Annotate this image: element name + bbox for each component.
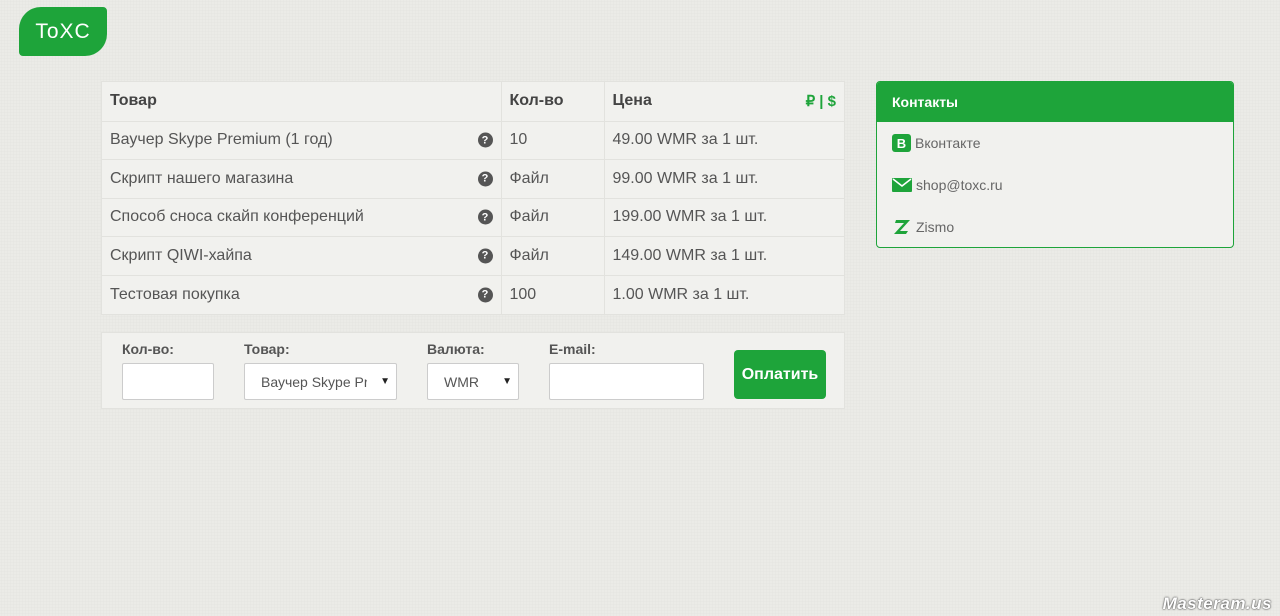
table-row: Скрипт QIWI-хайпа ? Файл 149.00 WMR за 1… bbox=[102, 236, 844, 276]
help-icon[interactable]: ? bbox=[477, 209, 493, 225]
row-product-name: Способ сноса скайп конференций bbox=[110, 208, 364, 226]
pay-button[interactable]: Оплатить bbox=[734, 350, 826, 399]
row-qty: Файл bbox=[501, 236, 605, 276]
row-price: 1.00 WMR за 1 шт. bbox=[612, 285, 750, 303]
dropdown-arrow-icon: ▼ bbox=[502, 376, 512, 387]
watermark-logo: Masteram.us bbox=[1162, 594, 1272, 613]
row-product-cell: Ваучер Skype Premium (1 год) ? bbox=[102, 121, 502, 160]
help-icon[interactable]: ? bbox=[477, 287, 493, 302]
header-price-label: Цена bbox=[612, 92, 652, 110]
vk-icon: B bbox=[892, 134, 911, 152]
contacts-title: Контакты bbox=[877, 82, 1233, 122]
currency-select[interactable]: WMR ▼ bbox=[427, 363, 519, 400]
contact-zismo[interactable]: Zismo bbox=[877, 206, 1233, 247]
product-label: Товар: bbox=[244, 341, 290, 357]
row-product-name: Скрипт QIWI-хайпа bbox=[110, 246, 252, 264]
currency-label: Валюта: bbox=[427, 341, 485, 357]
row-qty: Файл bbox=[501, 198, 605, 237]
table-row: Ваучер Skype Premium (1 год) ? 10 49.00 … bbox=[102, 121, 844, 160]
mail-icon bbox=[892, 176, 912, 194]
dropdown-arrow-icon: ▼ bbox=[380, 376, 390, 387]
order-form: Кол-во: Товар: Ваучер Skype Premium (1 г… bbox=[101, 332, 845, 409]
contacts-panel: Контакты B Вконтакте shop@toxc.ru Zismo bbox=[876, 81, 1234, 248]
row-product-name: Ваучер Skype Premium (1 год) bbox=[110, 131, 333, 149]
zismo-icon bbox=[892, 218, 912, 236]
email-label: E-mail: bbox=[549, 341, 596, 357]
row-product-name: Тестовая покупка bbox=[110, 285, 240, 303]
products-table: Товар Кол-во Цена ₽ | $ Ваучер Skype Pre… bbox=[102, 82, 844, 314]
contact-label: shop@toxc.ru bbox=[916, 177, 1003, 193]
header-qty: Кол-во bbox=[501, 82, 605, 122]
qty-input[interactable] bbox=[122, 363, 214, 400]
help-icon[interactable]: ? bbox=[477, 171, 493, 187]
site-logo[interactable]: ToXC bbox=[19, 7, 107, 56]
row-qty: 100 bbox=[501, 275, 605, 314]
help-icon[interactable]: ? bbox=[477, 248, 493, 264]
contact-vkontakte[interactable]: B Вконтакте bbox=[877, 122, 1233, 164]
product-select[interactable]: Ваучер Skype Premium (1 год) ▼ bbox=[244, 363, 397, 400]
row-qty: 10 bbox=[501, 121, 605, 160]
product-select-value: Ваучер Skype Premium (1 год) bbox=[261, 373, 367, 390]
header-price: Цена ₽ | $ bbox=[604, 82, 844, 122]
products-table-panel: Товар Кол-во Цена ₽ | $ Ваучер Skype Pre… bbox=[101, 81, 845, 315]
row-price: 199.00 WMR за 1 шт. bbox=[604, 198, 844, 237]
currency-select-value: WMR bbox=[444, 373, 479, 390]
currency-switch[interactable]: ₽ | $ bbox=[806, 92, 836, 110]
contact-email[interactable]: shop@toxc.ru bbox=[877, 164, 1233, 206]
table-row: Способ сноса скайп конференций ? Файл 19… bbox=[102, 198, 844, 237]
row-product-cell: Скрипт нашего магазина ? bbox=[102, 159, 502, 199]
table-header-row: Товар Кол-во Цена ₽ | $ bbox=[102, 82, 844, 122]
row-price: 99.00 WMR за 1 шт. bbox=[604, 159, 844, 199]
contact-label: Вконтакте bbox=[915, 135, 981, 151]
row-price: 49.00 WMR за 1 шт. bbox=[604, 121, 844, 160]
email-input[interactable] bbox=[549, 363, 704, 400]
row-qty: Файл bbox=[501, 159, 605, 199]
contact-label: Zismo bbox=[916, 219, 955, 235]
table-row: Тестовая покупка ? 100 1.00 WMR за 1 шт. bbox=[102, 275, 844, 314]
row-price: 149.00 WMR за 1 шт. bbox=[604, 236, 844, 276]
header-product: Товар bbox=[102, 82, 502, 122]
row-product-cell: Тестовая покупка ? bbox=[102, 275, 502, 314]
row-product-cell: Скрипт QIWI-хайпа ? bbox=[102, 236, 502, 276]
qty-label: Кол-во: bbox=[122, 341, 174, 357]
row-product-name: Скрипт нашего магазина bbox=[110, 169, 294, 187]
table-row: Скрипт нашего магазина ? Файл 99.00 WMR … bbox=[102, 159, 844, 199]
row-product-cell: Способ сноса скайп конференций ? bbox=[102, 198, 502, 237]
help-icon[interactable]: ? bbox=[477, 132, 493, 148]
